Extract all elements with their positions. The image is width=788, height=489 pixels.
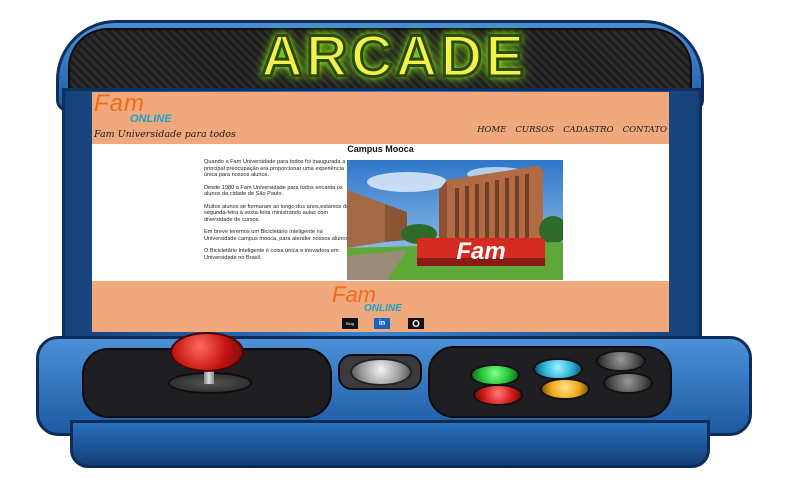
paragraph: Em breve teremos um Bicicletário Intelig… bbox=[204, 229, 350, 242]
paragraph: Quando a Fam Universidade para todos foi… bbox=[204, 159, 346, 178]
tagline: Fam Universidade para todos bbox=[94, 129, 236, 140]
logo-sub: ONLINE bbox=[130, 113, 172, 125]
marquee-title: ARCADE bbox=[259, 23, 528, 91]
arcade-screen: Fam ONLINE Fam Universidade para todos H… bbox=[92, 92, 669, 332]
arcade-button-cyan[interactable] bbox=[533, 358, 583, 380]
content-text: Quando a Fam Universidade para todos foi… bbox=[204, 159, 352, 267]
joystick-ball[interactable] bbox=[170, 332, 244, 372]
paragraph: Muitos alunos se formaram ao longo dos a… bbox=[204, 203, 350, 223]
arcade-button-red[interactable] bbox=[473, 384, 523, 406]
linkedin-icon[interactable]: in bbox=[374, 318, 390, 329]
campus-photo-drawing: Fam bbox=[347, 160, 563, 280]
photo-sign-text: Fam bbox=[456, 238, 505, 265]
footer-logo-sub: ONLINE bbox=[364, 303, 402, 314]
paragraph: O Bicicletário Inteligente é coisa única… bbox=[204, 248, 339, 261]
start-button[interactable] bbox=[350, 358, 412, 386]
site-header: Fam ONLINE Fam Universidade para todos H… bbox=[92, 92, 669, 144]
blog-icon[interactable]: Blog bbox=[342, 318, 358, 329]
page-title: Campus Mooca bbox=[347, 144, 414, 154]
cabinet-base bbox=[70, 420, 710, 468]
nav-contato[interactable]: CONTATO bbox=[623, 125, 667, 135]
nav-cursos[interactable]: CURSOS bbox=[515, 125, 554, 135]
arcade-button-dark-1[interactable] bbox=[596, 350, 646, 372]
arcade-button-green[interactable] bbox=[470, 364, 520, 386]
nav-home[interactable]: HOME bbox=[477, 125, 506, 135]
main-nav: HOME CURSOS CADASTRO CONTATO bbox=[477, 125, 667, 135]
campus-photo: Fam bbox=[347, 160, 563, 280]
github-icon[interactable] bbox=[408, 318, 424, 329]
paragraph: Desde 1980 a Fam Universidade para todos… bbox=[204, 184, 343, 198]
nav-cadastro[interactable]: CADASTRO bbox=[563, 125, 613, 135]
arcade-button-yellow[interactable] bbox=[540, 378, 590, 400]
arcade-button-dark-2[interactable] bbox=[603, 372, 653, 394]
